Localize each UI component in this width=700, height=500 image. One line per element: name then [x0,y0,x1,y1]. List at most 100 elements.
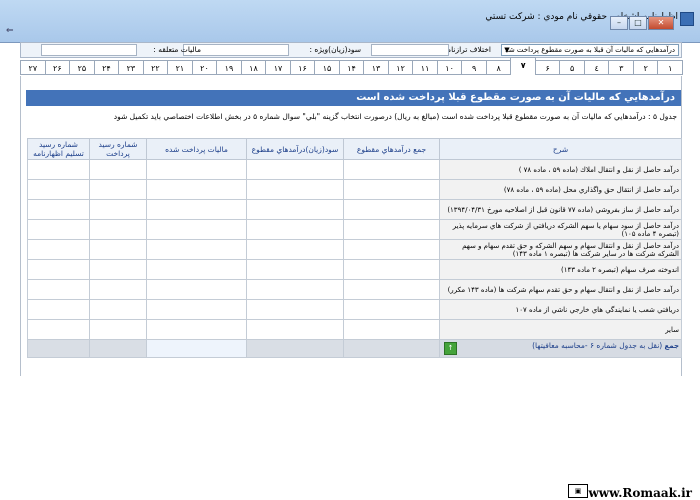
amount-input-cell[interactable] [89,199,147,220]
amount-input-cell[interactable] [27,259,90,280]
minimize-button[interactable]: – [610,16,628,30]
tab-14[interactable]: ١۴ [338,60,365,75]
tab-20[interactable]: ٢٠ [191,60,218,75]
table-header-row: شرح جمع درآمدهاي مقطوع سود(زيان)درآمدهاي م… [27,138,682,160]
tab-26[interactable]: ٢۶ [44,60,71,75]
amount-input-cell[interactable] [27,199,90,220]
tab-25[interactable]: ٢۵ [69,60,95,75]
tab-21[interactable]: ٢١ [167,60,193,75]
amount-input-cell[interactable] [146,239,247,260]
balance-diff-field [371,44,449,56]
amount-input-cell[interactable] [343,219,440,240]
tab-19[interactable]: ١٩ [216,60,242,75]
amount-input-cell[interactable] [246,219,344,240]
table-row: درآمد حاصل از نقل و انتقال سهام و حق تقد… [27,279,682,300]
tab-10[interactable]: ١٠ [436,60,463,75]
tab-12[interactable]: ١٢ [387,60,414,75]
amount-input-cell[interactable] [343,179,440,200]
row-description: اندوخته صرف سهام (تبصره ۲ ماده ۱۴۳) [439,259,682,280]
row-description: درآمد حاصل از انتقال حق واگذاري محل (ماد… [439,179,682,200]
table-row: درآمد حاصل از نقل و انتقال املاك (ماده ۵… [27,159,682,180]
amount-input-cell[interactable] [343,239,440,260]
tab-22[interactable]: ٢٢ [142,60,169,75]
amount-input-cell[interactable] [27,159,90,180]
info-bar: درآمدهايي كه ماليات آن قبلا به صورت مقطو… [20,42,682,58]
amount-input-cell[interactable] [146,179,247,200]
amount-input-cell[interactable] [27,299,90,320]
amount-input-cell[interactable] [343,199,440,220]
column-header: جمع درآمدهاي مقطوع [343,138,440,160]
tab-3[interactable]: ٣ [608,60,634,75]
amount-input-cell[interactable] [27,239,90,260]
amount-input-cell[interactable] [146,319,247,340]
amount-input-cell[interactable] [246,319,344,340]
tab-6[interactable]: ۶ [534,60,561,75]
amount-input-cell[interactable] [146,259,247,280]
amount-input-cell[interactable] [27,179,90,200]
footer: ▣ www.Romaak.ir [0,376,700,500]
amount-input-cell[interactable] [246,299,344,320]
amount-input-cell[interactable] [246,179,344,200]
tab-27[interactable]: ٢٧ [20,60,46,75]
amount-input-cell[interactable] [146,219,247,240]
tab-8[interactable]: ٨ [485,60,512,75]
amount-input-cell[interactable] [246,199,344,220]
amount-input-cell[interactable] [89,179,147,200]
tab-15[interactable]: ١۵ [314,60,340,75]
table-row: دريافتي شعب يا نمايندگي هاي خارجي ناشي ا… [27,299,682,320]
amount-input-cell[interactable] [343,279,440,300]
amount-input-cell[interactable] [89,279,147,300]
amount-input-cell[interactable] [89,299,147,320]
tab-16[interactable]: ١۶ [289,60,316,75]
tab-17[interactable]: ١٧ [265,60,291,75]
tab-23[interactable]: ٢٣ [118,60,144,75]
tab-7[interactable]: ٧ [510,57,536,75]
maximize-button[interactable]: □ [629,16,647,30]
amount-input-cell[interactable] [27,279,90,300]
amount-input-cell[interactable] [89,219,147,240]
tax-due-field [41,44,137,56]
page-tabs: ١ ٢ ٣ ٤ ۵ ۶ ٧ ٨ ٩ ١٠ ١١ ١٢ ١٣ ١۴ ١۵ ١۶ ١٧ ١٨ ١٩ ٢٠ ٢١ ٢٢ ٢٣ ٢۴ ٢… [20,57,683,76]
row-description: درآمد حاصل از نقل و انتقال سهام و سهم ال… [439,239,682,260]
row-description: درآمد حاصل از سود سهام يا سهم الشركه دري… [439,219,682,240]
amount-input-cell[interactable] [146,159,247,180]
tab-1[interactable]: ١ [657,60,683,75]
close-button[interactable]: ✕ [648,16,674,30]
tab-13[interactable]: ١٣ [363,60,389,75]
amount-input-cell[interactable] [343,319,440,340]
amount-input-cell[interactable] [27,219,90,240]
tab-4[interactable]: ٤ [583,60,610,75]
back-arrow-icon[interactable]: ⇐ [6,26,14,36]
amount-input-cell[interactable] [89,259,147,280]
chevron-down-icon[interactable]: ▼ [502,45,512,55]
amount-input-cell[interactable] [146,199,247,220]
amount-input-cell[interactable] [246,239,344,260]
romaak-logo-icon: ▣ [568,484,588,498]
title-bar: اظهارنامه اشخاص حقوقي نام مودي : شركت تس… [0,0,700,43]
transfer-up-icon[interactable]: ↑ [444,342,457,355]
tab-5[interactable]: ۵ [559,60,585,75]
tab-18[interactable]: ١٨ [240,60,267,75]
amount-input-cell[interactable] [246,259,344,280]
amount-input-cell[interactable] [146,279,247,300]
amount-input-cell[interactable] [89,159,147,180]
column-header: شماره رسيد تسليم اظهارنامه [27,138,90,160]
amount-input-cell[interactable] [246,279,344,300]
tab-24[interactable]: ٢۴ [93,60,120,75]
amount-input-cell[interactable] [343,299,440,320]
tab-2[interactable]: ٢ [632,60,659,75]
amount-input-cell[interactable] [89,319,147,340]
table-row: درآمد حاصل از ساز بفروشي (ماده ۷۷ قانون … [27,199,682,220]
total-value-cell [89,339,147,358]
table-row: درآمد حاصل از سود سهام يا سهم الشركه دري… [27,219,682,240]
amount-input-cell[interactable] [246,159,344,180]
table-selector-dropdown[interactable]: درآمدهايي كه ماليات آن قبلا به صورت مقطو… [501,44,679,56]
tab-11[interactable]: ١١ [412,60,438,75]
amount-input-cell[interactable] [343,159,440,180]
amount-input-cell[interactable] [343,259,440,280]
table-row: ساير [27,319,682,340]
tab-9[interactable]: ٩ [461,60,487,75]
amount-input-cell[interactable] [146,299,247,320]
amount-input-cell[interactable] [89,239,147,260]
amount-input-cell[interactable] [27,319,90,340]
